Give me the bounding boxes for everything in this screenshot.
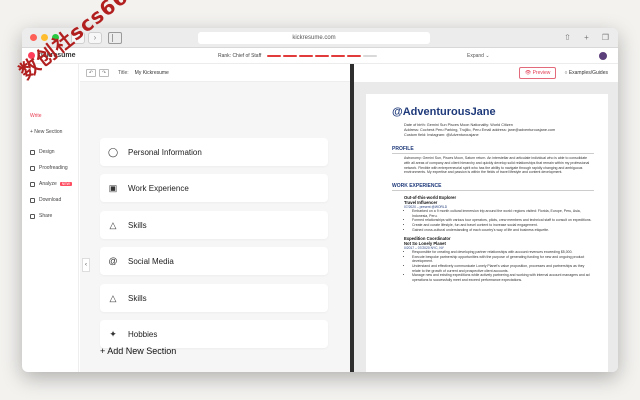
undo-icon[interactable]: ↶	[86, 68, 96, 77]
rank-bar-segment	[299, 54, 314, 57]
rank-label: Rank: Chief of Staff	[218, 52, 262, 59]
new-badge: NEW	[59, 182, 72, 186]
profile-text: Astronomy: Gemini Sun, Pisces Moon, Satu…	[404, 156, 590, 175]
job-bullets: Responsible for creating and developing …	[408, 250, 594, 282]
browser-actions: ⇧ + ❐	[563, 33, 610, 42]
nav-item-label: Download	[39, 197, 62, 203]
briefcase-icon: ▣	[108, 182, 118, 193]
job-bullet: Understand and effectively communicate L…	[412, 264, 594, 273]
browser-window: ‹ › kickresume.com ⇧ + ❐ kickresume Rank…	[22, 28, 618, 372]
job-bullet: Manage new and existing expeditions whil…	[412, 273, 594, 282]
job-bullet: Gained cross-cultural understanding of e…	[412, 228, 594, 233]
person-icon: ◯	[107, 146, 119, 157]
collapse-sidebar-icon[interactable]: ‹	[82, 258, 90, 272]
nav-item-label: + New Section	[30, 129, 63, 135]
sidebar-toggle-icon[interactable]	[108, 31, 122, 44]
nav-item-label: Write	[30, 113, 42, 119]
editor-pane: ↶ ↷ Title: My Kickresume ◯ Personal Info…	[80, 64, 350, 372]
section-work-experience[interactable]: ▣ Work Experience	[100, 174, 328, 202]
rank-indicator: Rank: Chief of Staff	[218, 52, 378, 59]
examples-guides-button[interactable]: ○ Examples/Guides	[560, 68, 612, 78]
nav-item-new-section[interactable]: + New Section	[22, 124, 78, 140]
section-label: Skills	[128, 293, 147, 303]
flask-icon: △	[109, 292, 117, 303]
nav-item-write[interactable]: Write	[22, 108, 78, 124]
add-new-section-button[interactable]: + Add New Section	[100, 346, 176, 356]
nav-item-design[interactable]: Design	[22, 144, 78, 160]
job-bullet: Embarked on a 9 month cultural immersion…	[412, 209, 594, 218]
share-icon	[30, 213, 35, 219]
contact-line: Custom field: Instagram: @Adventurousjan…	[404, 133, 479, 137]
new-tab-icon[interactable]: +	[582, 33, 591, 42]
nav-item-download[interactable]: Download	[22, 192, 78, 208]
section-hobbies[interactable]: ✦ Hobbies	[100, 320, 328, 348]
work-experience-heading: WORK EXPERIENCE	[392, 183, 594, 192]
preview-pane: 👁 Preview ○ Examples/Guides @Adventurous…	[354, 64, 618, 372]
browser-toolbar: ‹ › kickresume.com ⇧ + ❐	[22, 28, 618, 48]
title-input[interactable]: My Kickresume	[135, 70, 169, 76]
section-personal-information[interactable]: ◯ Personal Information	[100, 138, 328, 166]
flask-icon: △	[109, 219, 117, 230]
chart-icon	[30, 181, 35, 187]
nav-item-label: Analyze	[39, 181, 57, 187]
nav-item-analyze[interactable]: Analyze NEW	[22, 176, 78, 192]
expand-button[interactable]: Expand ⌄	[467, 53, 490, 59]
rank-bar-segment	[363, 54, 378, 57]
resume-document: @AdventurousJane Date of birth: Gemini S…	[366, 94, 608, 372]
tabs-overview-icon[interactable]: ❐	[601, 33, 610, 42]
section-label: Skills	[128, 220, 147, 230]
job-bullet: Execute bespoke partnership opportunitie…	[412, 255, 594, 264]
section-skills-2[interactable]: △ Skills	[100, 284, 328, 312]
preview-toolbar: 👁 Preview ○ Examples/Guides	[354, 64, 618, 82]
nav-item-label: Design	[39, 149, 55, 155]
resume-contact: Date of birth: Gemini Sun Pisces Moon Na…	[404, 123, 594, 138]
left-sidebar: Write + New Section Design Proofreading …	[22, 64, 79, 372]
preview-button-label: Preview	[532, 70, 551, 76]
rank-bar-segment	[315, 54, 330, 57]
editor-toolbar: ↶ ↷ Title: My Kickresume	[80, 64, 350, 82]
nav-item-share[interactable]: Share	[22, 208, 78, 224]
resume-name: @AdventurousJane	[392, 106, 496, 118]
rank-progress	[267, 54, 378, 57]
section-label: Personal Information	[128, 147, 202, 157]
expand-label: Expand	[467, 52, 484, 59]
examples-button-label: Examples/Guides	[568, 70, 608, 76]
download-icon	[30, 197, 35, 203]
rank-bar-segment	[331, 54, 346, 57]
title-label: Title:	[118, 69, 129, 76]
rank-bar-segment	[267, 54, 282, 57]
proofread-icon	[30, 165, 35, 171]
share-icon[interactable]: ⇧	[563, 33, 572, 42]
rank-bar-segment	[347, 54, 362, 57]
job-bullets: Embarked on a 9 month cultural immersion…	[408, 209, 594, 232]
close-window-button[interactable]	[30, 34, 37, 41]
brush-icon	[30, 149, 35, 155]
profile-heading: PROFILE	[392, 146, 594, 154]
section-label: Hobbies	[128, 329, 158, 339]
section-label: Social Media	[128, 256, 174, 266]
section-skills[interactable]: △ Skills	[100, 211, 328, 239]
redo-icon[interactable]: ↷	[99, 68, 109, 77]
section-social-media[interactable]: @ Social Media	[100, 247, 328, 275]
section-label: Work Experience	[128, 183, 189, 193]
preview-button[interactable]: 👁 Preview	[518, 67, 557, 79]
nav-item-label: Share	[39, 213, 53, 219]
nav-item-label: Proofreading	[39, 165, 68, 171]
url-text: kickresume.com	[292, 34, 336, 41]
avatar[interactable]	[598, 50, 608, 61]
address-bar[interactable]: kickresume.com	[198, 31, 430, 44]
app-header: kickresume Rank: Chief of Staff Expand ⌄	[22, 48, 618, 64]
rank-bar-segment	[283, 54, 298, 57]
at-icon: @	[108, 256, 118, 266]
rocket-icon: ✦	[109, 328, 117, 339]
nav-item-proofreading[interactable]: Proofreading	[22, 160, 78, 176]
